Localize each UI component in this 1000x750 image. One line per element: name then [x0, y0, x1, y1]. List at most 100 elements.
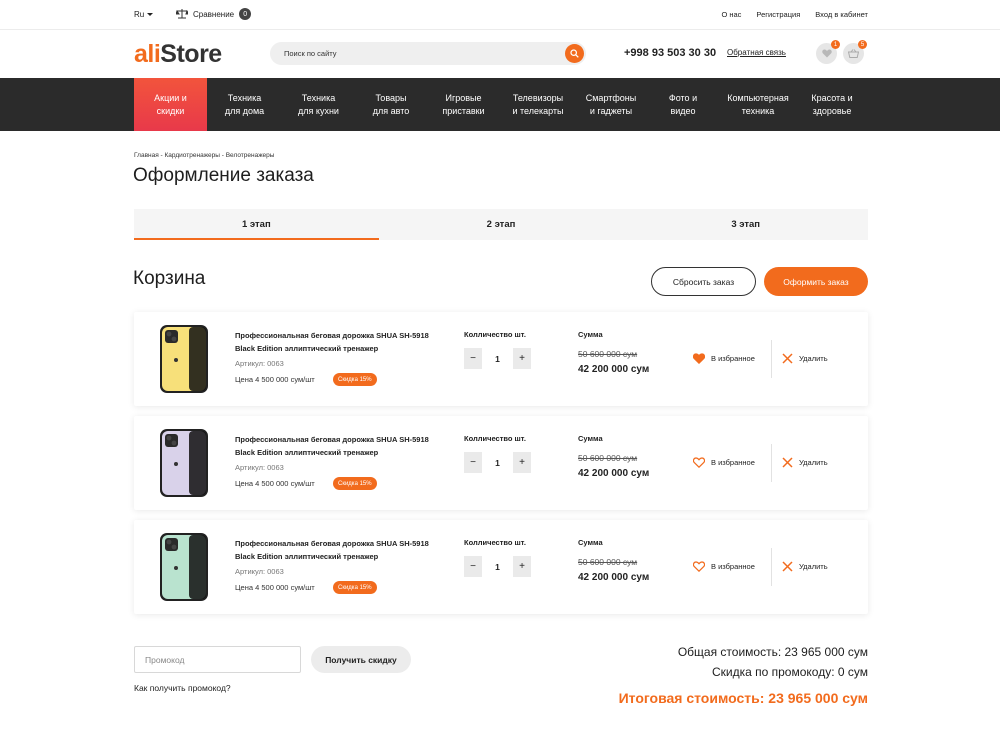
cart-item: Профессиональная беговая дорожка SHUA SH… — [134, 312, 868, 406]
search-input[interactable]: Поиск по сайту — [284, 49, 337, 58]
compare-count-badge: 0 — [239, 8, 252, 20]
quantity-value[interactable]: 1 — [482, 556, 513, 577]
scales-icon — [176, 9, 188, 19]
heart-icon — [693, 457, 705, 468]
callback-link[interactable]: Обратная связь — [727, 48, 786, 57]
top-links: О нас Регистрация Вход в кабинет — [721, 10, 868, 19]
cart-count-badge: 5 — [858, 40, 867, 49]
product-unit-price: Цена 4 500 000 сум/шт — [235, 479, 315, 488]
decrease-quantity-button[interactable]: − — [464, 348, 482, 369]
product-image[interactable] — [159, 428, 209, 498]
nav-item-kitchen[interactable]: Техника для кухни — [282, 78, 355, 131]
quantity-value[interactable]: 1 — [482, 348, 513, 369]
quantity-label: Колличество шт. — [464, 538, 526, 547]
language-label: Ru — [134, 10, 145, 19]
site-logo[interactable]: aliStore — [134, 40, 222, 69]
step-2-tab[interactable]: 2 этап — [379, 209, 624, 240]
close-icon — [782, 353, 793, 364]
promo-code-input[interactable]: Промокод — [134, 646, 301, 673]
nav-item-home-appliances[interactable]: Техника для дома — [207, 78, 282, 131]
cart-button[interactable]: 5 — [843, 40, 867, 64]
site-header: aliStore Поиск по сайту +998 93 503 30 3… — [0, 30, 1000, 78]
quantity-stepper: − 1 + — [464, 452, 531, 473]
place-order-button[interactable]: Оформить заказ — [764, 267, 868, 296]
promo-help-link[interactable]: Как получить промокод? — [134, 683, 231, 693]
favorites-label: В избранное — [711, 562, 755, 571]
product-name[interactable]: Профессиональная беговая дорожка SHUA SH… — [235, 433, 435, 459]
phone-number[interactable]: +998 93 503 30 30 — [624, 47, 716, 59]
delete-item-button[interactable]: Удалить — [782, 561, 828, 572]
search-field[interactable]: Поиск по сайту — [270, 42, 586, 65]
nav-item-sales[interactable]: Акции и скидки — [134, 78, 207, 131]
promo-discount: Скидка по промокоду: 0 сум — [711, 665, 868, 679]
decrease-quantity-button[interactable]: − — [464, 556, 482, 577]
quantity-stepper: − 1 + — [464, 556, 531, 577]
compare-link[interactable]: Сравнение 0 — [176, 8, 252, 20]
register-link[interactable]: Регистрация — [756, 10, 800, 19]
heart-icon — [693, 561, 705, 572]
wishlist-count-badge: 1 — [831, 40, 840, 49]
old-price: 50 600 000 сум — [578, 349, 638, 359]
divider — [771, 548, 772, 586]
close-icon — [782, 457, 793, 468]
discount-badge: Скидка 15% — [333, 581, 377, 594]
search-button[interactable] — [565, 44, 584, 63]
increase-quantity-button[interactable]: + — [513, 452, 531, 473]
wishlist-button[interactable]: 1 — [816, 40, 840, 64]
old-price: 50 600 000 сум — [578, 557, 638, 567]
add-to-favorites-button[interactable]: В избранное — [693, 353, 755, 364]
divider — [771, 444, 772, 482]
login-link[interactable]: Вход в кабинет — [815, 10, 868, 19]
sum-label: Сумма — [578, 538, 603, 547]
nav-item-game-consoles[interactable]: Игровые приставки — [427, 78, 500, 131]
delete-item-button[interactable]: Удалить — [782, 353, 828, 364]
add-to-favorites-button[interactable]: В избранное — [693, 561, 755, 572]
about-link[interactable]: О нас — [721, 10, 741, 19]
quantity-label: Колличество шт. — [464, 330, 526, 339]
decrease-quantity-button[interactable]: − — [464, 452, 482, 473]
step-1-tab[interactable]: 1 этап — [134, 209, 379, 240]
nav-item-computers[interactable]: Компьютерная техника — [720, 78, 796, 131]
nav-item-tv[interactable]: Телевизоры и телекарты — [500, 78, 576, 131]
product-name[interactable]: Профессиональная беговая дорожка SHUA SH… — [235, 329, 435, 355]
old-price: 50 600 000 сум — [578, 453, 638, 463]
increase-quantity-button[interactable]: + — [513, 556, 531, 577]
product-image[interactable] — [159, 532, 209, 602]
quantity-value[interactable]: 1 — [482, 452, 513, 473]
nav-item-beauty[interactable]: Красота и здоровье — [796, 78, 868, 131]
top-bar: Ru Сравнение 0 О нас Регистрация Вход в … — [0, 0, 1000, 30]
reset-order-button[interactable]: Сбросить заказ — [651, 267, 756, 296]
favorites-label: В избранное — [711, 458, 755, 467]
delete-label: Удалить — [799, 562, 828, 571]
step-3-tab[interactable]: 3 этап — [623, 209, 868, 240]
product-sku: Артикул: 0063 — [235, 463, 284, 472]
quantity-stepper: − 1 + — [464, 348, 531, 369]
breadcrumb[interactable]: Главная - Кардиотренажеры - Велотренажер… — [134, 152, 274, 159]
new-price: 42 200 000 сум — [578, 364, 650, 375]
nav-item-photo-video[interactable]: Фото и видео — [646, 78, 720, 131]
apply-promo-button[interactable]: Получить скидку — [311, 646, 411, 673]
sum-label: Сумма — [578, 434, 603, 443]
delete-item-button[interactable]: Удалить — [782, 457, 828, 468]
nav-item-smartphones[interactable]: Смартфоны и гаджеты — [576, 78, 646, 131]
product-image[interactable] — [159, 324, 209, 394]
search-icon — [570, 49, 579, 58]
cart-item: Профессиональная беговая дорожка SHUA SH… — [134, 416, 868, 510]
discount-badge: Скидка 15% — [333, 373, 377, 386]
chevron-down-icon — [147, 13, 154, 17]
divider — [771, 340, 772, 378]
product-unit-price: Цена 4 500 000 сум/шт — [235, 583, 315, 592]
delete-label: Удалить — [799, 458, 828, 467]
language-selector[interactable]: Ru — [134, 10, 154, 19]
nav-item-auto[interactable]: Товары для авто — [355, 78, 427, 131]
compare-label: Сравнение — [193, 9, 235, 19]
increase-quantity-button[interactable]: + — [513, 348, 531, 369]
sum-label: Сумма — [578, 330, 603, 339]
add-to-favorites-button[interactable]: В избранное — [693, 457, 755, 468]
logo-part-store: Store — [160, 40, 222, 68]
page-title: Оформление заказа — [133, 165, 314, 186]
delete-label: Удалить — [799, 354, 828, 363]
product-name[interactable]: Профессиональная беговая дорожка SHUA SH… — [235, 537, 435, 563]
order-totals: Общая стоимость: 23 965 000 сум Скидка п… — [619, 645, 868, 706]
grand-total: Итоговая стоимость: 23 965 000 сум — [618, 690, 868, 706]
